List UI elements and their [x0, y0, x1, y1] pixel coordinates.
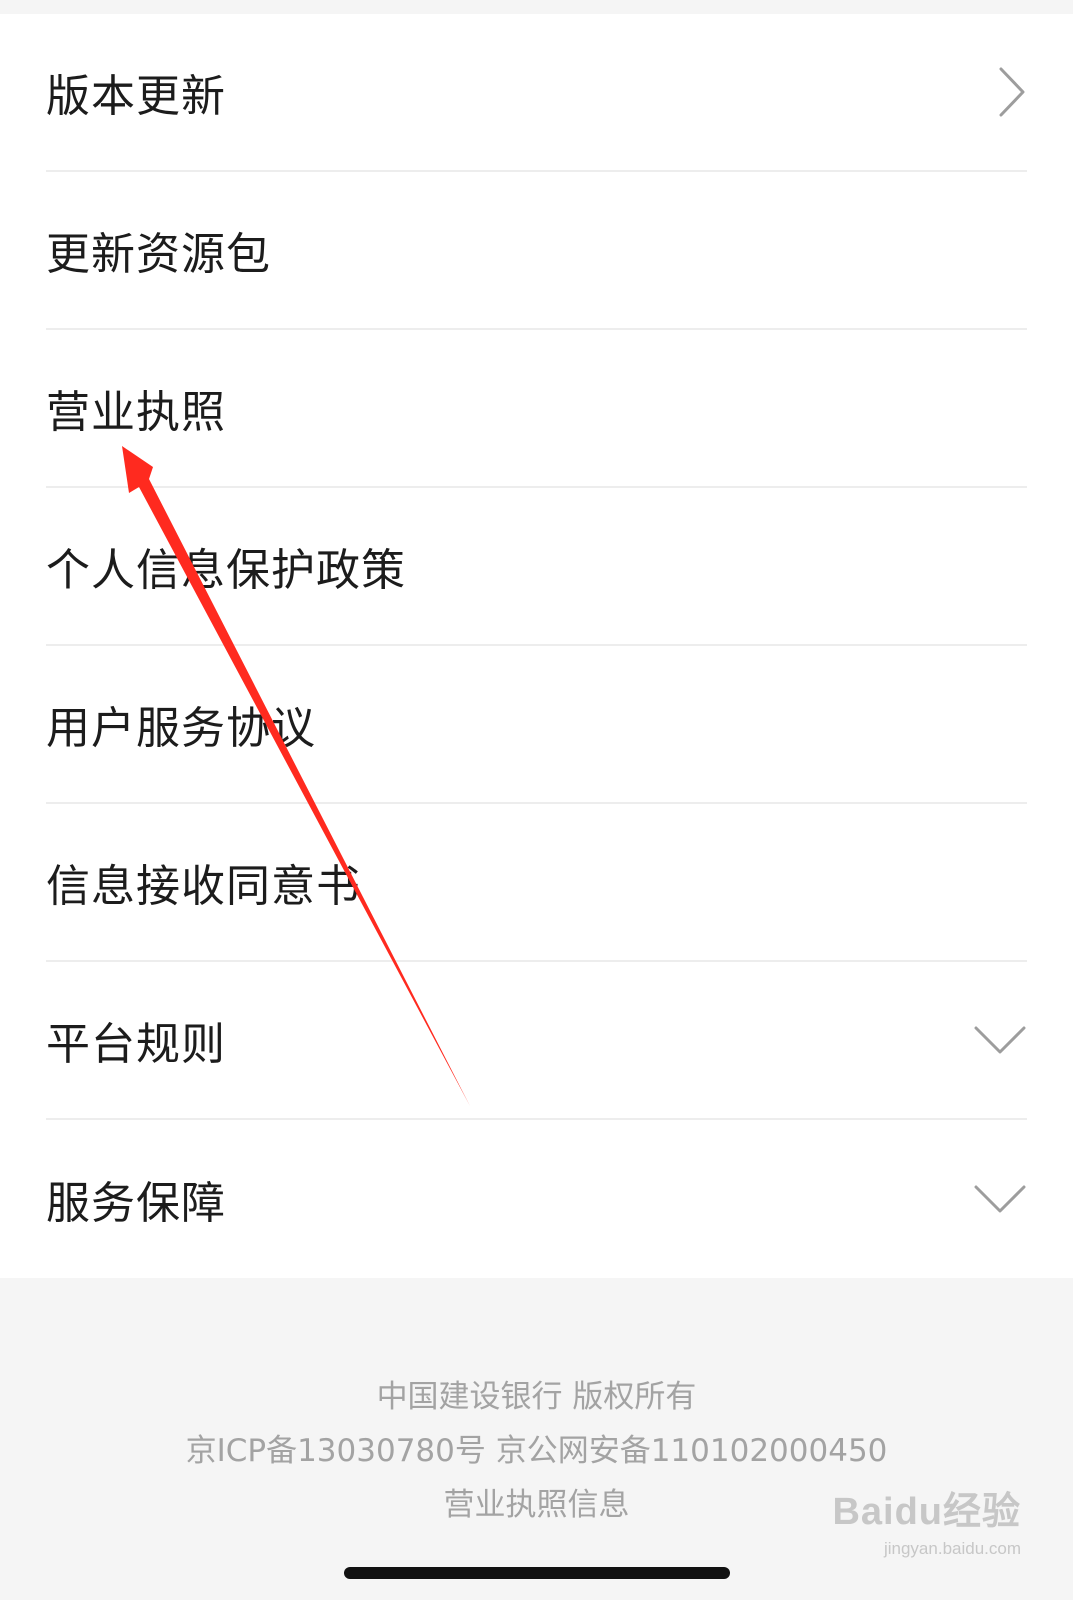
- footer-icp: 京ICP备13030780号 京公网安备110102000450: [185, 1433, 888, 1469]
- chevron-down-icon: [974, 1185, 1026, 1213]
- menu-item-info-consent[interactable]: 信息接收同意书: [46, 804, 1027, 962]
- menu-item-service-guarantee[interactable]: 服务保障: [46, 1120, 1027, 1278]
- menu-item-label: 平台规则: [46, 1019, 226, 1070]
- chevron-down-icon: [974, 1026, 1026, 1054]
- menu-item-user-agreement[interactable]: 用户服务协议: [46, 646, 1027, 804]
- watermark-brand: Baidu经验: [832, 1491, 1021, 1533]
- menu-item-label: 服务保障: [46, 1178, 226, 1229]
- menu-item-label: 更新资源包: [46, 229, 271, 280]
- menu-item-label: 用户服务协议: [46, 703, 316, 754]
- menu-item-update-resource-pack[interactable]: 更新资源包: [46, 172, 1027, 330]
- home-indicator: [344, 1567, 730, 1579]
- menu-item-label: 版本更新: [46, 71, 226, 122]
- menu-item-label: 营业执照: [46, 387, 226, 438]
- watermark: Baidu经验 jingyan.baidu.com: [832, 1480, 1021, 1559]
- menu-item-label: 信息接收同意书: [46, 861, 361, 912]
- settings-menu-list: 版本更新 更新资源包 营业执照 个人信息保护政策 用户服务协议 信息接收同意书 …: [0, 14, 1073, 1278]
- footer-copyright: 中国建设银行 版权所有: [376, 1379, 697, 1415]
- menu-item-platform-rules[interactable]: 平台规则: [46, 962, 1027, 1120]
- menu-item-business-license[interactable]: 营业执照: [46, 330, 1027, 488]
- top-strip: [0, 0, 1073, 14]
- chevron-right-icon: [999, 67, 1025, 117]
- watermark-url: jingyan.baidu.com: [883, 1539, 1021, 1558]
- menu-item-version-update[interactable]: 版本更新: [46, 14, 1027, 172]
- menu-item-privacy-policy[interactable]: 个人信息保护政策: [46, 488, 1027, 646]
- menu-item-label: 个人信息保护政策: [46, 545, 406, 596]
